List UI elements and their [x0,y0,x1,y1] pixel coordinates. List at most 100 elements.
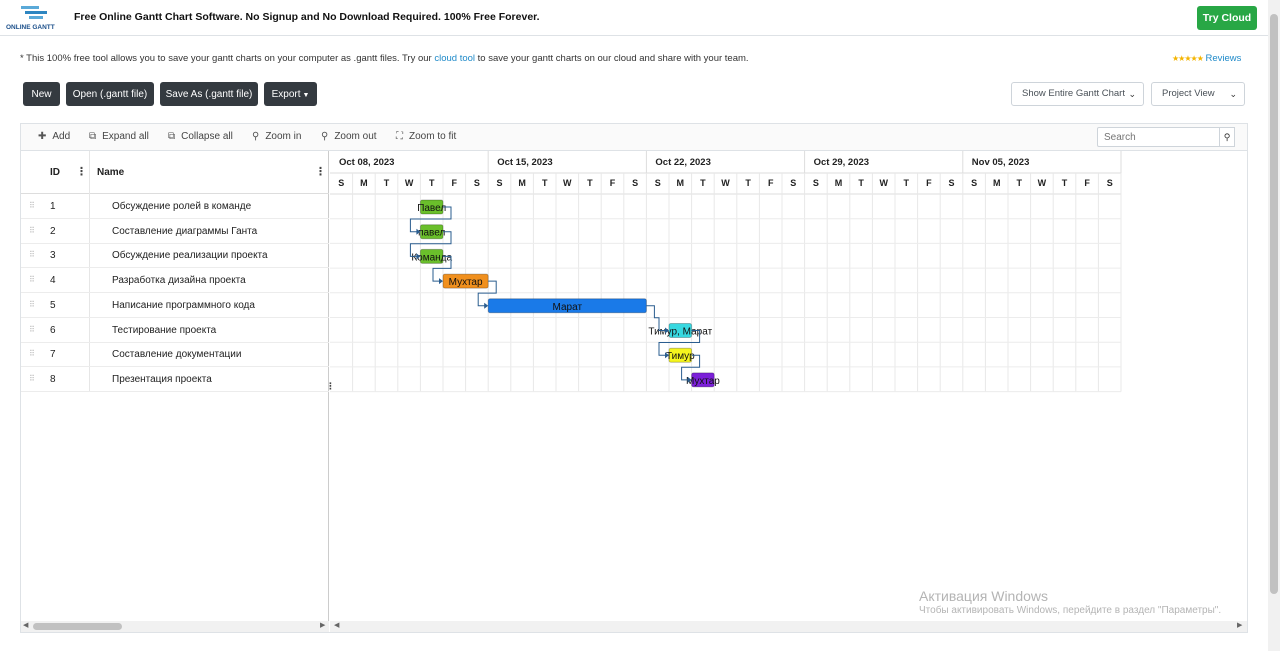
view-select[interactable]: Project View ⌄ [1151,82,1245,106]
table-row[interactable]: ⠿ 6 Тестирование проекта [21,318,329,343]
grid-horizontal-scrollbar[interactable]: ◀ ▶ [21,621,329,632]
page-scrollbar-thumb[interactable] [1270,14,1278,594]
task-name[interactable]: Составление документации [112,349,241,360]
column-menu-icon[interactable]: ⋮ [315,165,326,178]
drag-handle-icon[interactable]: ⠿ [29,374,35,383]
info-text-after: to save your gantt charts on our cloud a… [475,53,749,64]
task-name[interactable]: Составление диаграммы Ганта [112,226,257,237]
table-row[interactable]: ⠿ 4 Разработка дизайна проекта [21,268,329,294]
drag-handle-icon[interactable]: ⠿ [29,226,35,235]
drag-handle-icon[interactable]: ⠿ [29,201,35,210]
cloud-tool-link[interactable]: cloud tool [434,53,475,64]
day-label: W [879,178,888,188]
day-label: M [518,178,526,188]
day-label: S [971,178,977,188]
scroll-right-icon[interactable]: ▶ [1237,621,1242,629]
expand-all-button[interactable]: ⧉ Expand all [89,131,149,142]
info-text-before: * This 100% free tool allows you to save… [20,53,435,64]
grid-header: ID ⋮ Name ⋮ [21,151,329,194]
column-name[interactable]: Name [97,167,124,178]
week-label: Oct 08, 2023 [339,157,394,168]
reviews-label[interactable]: Reviews [1206,53,1242,64]
page-scrollbar[interactable] [1268,0,1280,651]
search-icon[interactable]: ⚲ [1219,127,1235,147]
zoom-out-button[interactable]: ⚲ Zoom out [321,131,377,142]
day-label: T [542,178,548,188]
dependency-arrow [439,278,443,285]
day-label: S [632,178,638,188]
task-bar-label: павел [418,228,445,239]
task-name[interactable]: Написание программного кода [112,300,255,311]
timeline-svg: Oct 08, 2023 Oct 15, 2023 Oct 22, 2023 Oct … [330,151,1122,393]
table-row[interactable]: ⠿ 8 Презентация проекта [21,367,329,392]
day-label: F [926,178,932,188]
new-button[interactable]: New [23,82,60,106]
table-row[interactable]: ⠿ 7 Составление документации [21,342,329,368]
task-bar-label: Павел [417,203,446,214]
collapse-all-button[interactable]: ⧉ Collapse all [168,131,233,142]
day-label: W [1038,178,1047,188]
zoom-out-label: Zoom out [334,131,377,142]
task-grid: ID ⋮ Name ⋮ ⠿ 1 Обсуждение ролей в команде… [21,151,335,621]
task-bar-label: Марат [553,302,583,313]
open-file-button[interactable]: Open (.gantt file) [66,82,154,106]
task-bar-label: Мухтар [686,376,720,387]
collapse-all-label: Collapse all [181,131,233,142]
collapse-icon: ⧉ [168,131,176,142]
drag-handle-icon[interactable]: ⠿ [29,325,35,334]
task-name[interactable]: Обсуждение реализации проекта [112,250,268,261]
reviews-link[interactable]: ★★★★★ Reviews [1172,53,1241,64]
plus-icon: ✚ [38,131,47,142]
search-input[interactable] [1097,127,1221,147]
day-label: T [1017,178,1023,188]
scroll-right-icon[interactable]: ▶ [320,621,325,629]
day-label: S [496,178,502,188]
online-gantt-logo[interactable]: ONLINE GANTT [5,5,63,31]
drag-handle-icon[interactable]: ⠿ [29,300,35,309]
try-cloud-button[interactable]: Try Cloud [1197,6,1257,30]
task-name[interactable]: Презентация проекта [112,374,212,385]
export-label: Export [271,88,301,100]
save-as-button[interactable]: Save As (.gantt file) [160,82,258,106]
drag-handle-icon[interactable]: ⠿ [29,250,35,259]
table-row[interactable]: ⠿ 2 Составление диаграммы Ганта [21,219,329,244]
column-id[interactable]: ID [50,167,60,178]
view-value: Project View [1162,88,1215,99]
task-name[interactable]: Тестирование проекта [112,325,216,336]
day-label: M [677,178,685,188]
day-label: S [655,178,661,188]
scroll-left-icon[interactable]: ◀ [334,621,339,629]
task-id: 8 [50,373,56,385]
expand-icon: ⧉ [89,131,97,142]
day-label: W [405,178,414,188]
day-label: T [1062,178,1068,188]
table-row[interactable]: ⠿ 3 Обсуждение реализации проекта [21,243,329,269]
add-button[interactable]: ✚ Add [38,131,70,142]
zoom-in-button[interactable]: ⚲ Zoom in [252,131,301,142]
task-id: 4 [50,275,56,287]
grid-scrollbar-thumb[interactable] [33,623,122,630]
task-bar-label: Тимур, Марат [648,327,712,338]
column-menu-icon[interactable]: ⋮ [76,165,87,178]
rating-stars: ★★★★★ [1172,54,1204,63]
show-range-select[interactable]: Show Entire Gantt Chart ⌄ [1011,82,1144,106]
add-label: Add [52,131,71,142]
info-text: * This 100% free tool allows you to save… [20,53,749,64]
task-name[interactable]: Обсуждение ролей в команде [112,201,251,212]
export-button[interactable]: Export ▼ [264,82,317,106]
day-label: S [1107,178,1113,188]
chart-horizontal-scrollbar[interactable]: ◀ ▶ [330,621,1247,632]
top-header: ONLINE GANTT Free Online Gantt Chart Sof… [0,0,1268,36]
day-label: W [563,178,572,188]
logo-text: ONLINE GANTT [6,24,55,31]
table-row[interactable]: ⠿ 5 Написание программного кода [21,293,329,318]
table-row[interactable]: ⠿ 1 Обсуждение ролей в команде [21,194,329,219]
drag-handle-icon[interactable]: ⠿ [29,275,35,284]
day-label: T [429,178,435,188]
scroll-left-icon[interactable]: ◀ [23,621,28,629]
task-name[interactable]: Разработка дизайна проекта [112,275,246,286]
drag-handle-icon[interactable]: ⠿ [29,349,35,358]
gantt-chart-area: Oct 08, 2023 Oct 15, 2023 Oct 22, 2023 Oct … [330,151,1247,621]
task-id: 5 [50,299,56,311]
zoom-fit-button[interactable]: ⛶ Zoom to fit [396,131,456,142]
